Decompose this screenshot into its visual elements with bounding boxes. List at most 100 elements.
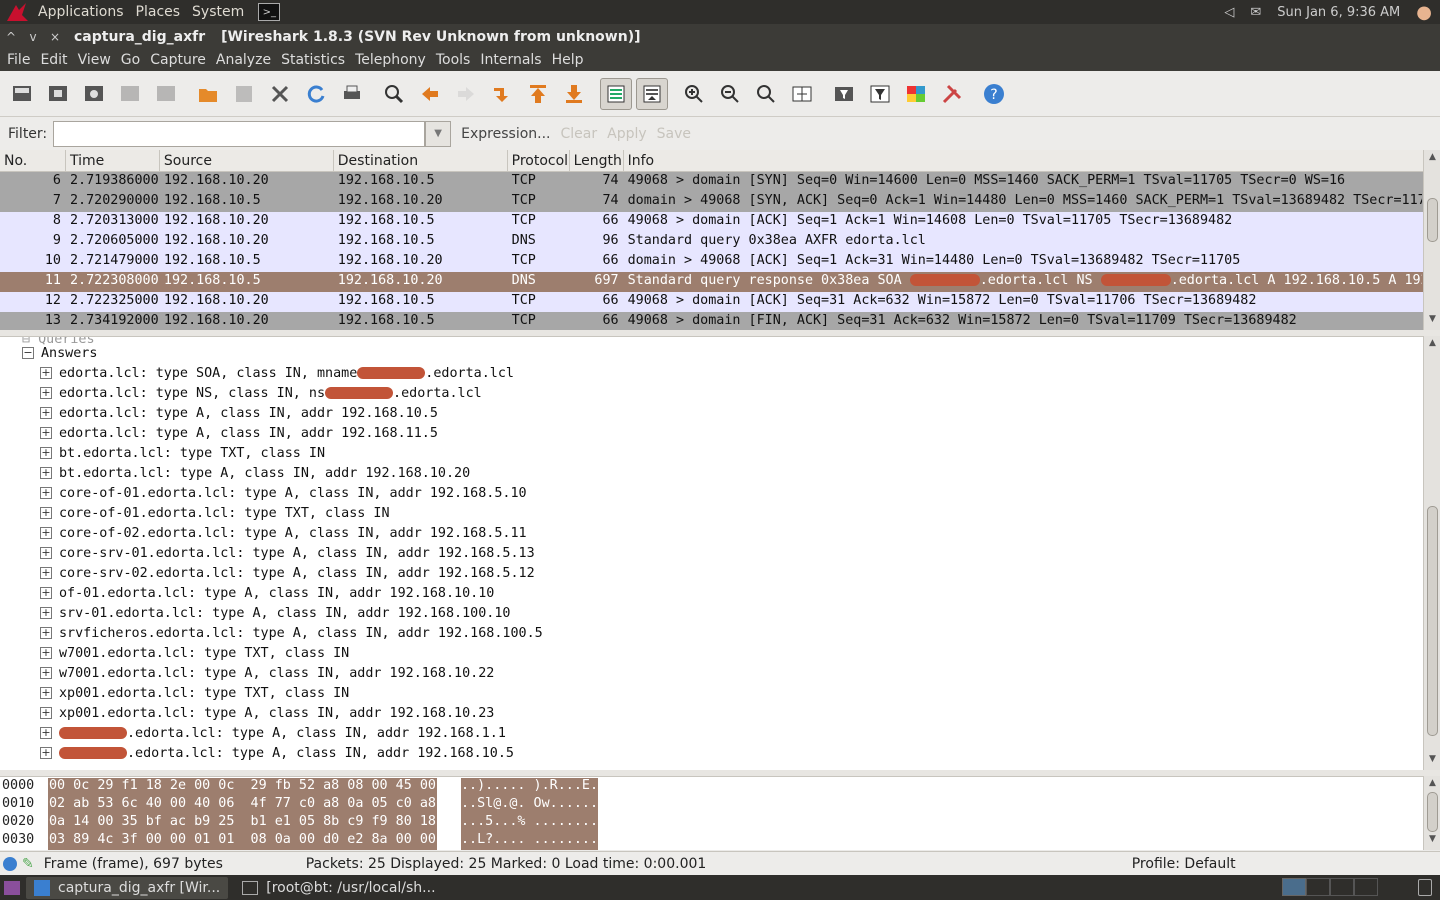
expand-icon[interactable]: +: [40, 607, 52, 619]
expand-icon[interactable]: +: [40, 567, 52, 579]
menu-telephony[interactable]: Telephony: [350, 52, 431, 68]
bytes-offset[interactable]: 0000: [0, 778, 48, 796]
expand-icon[interactable]: +: [40, 387, 52, 399]
close-icon[interactable]: ×: [44, 30, 66, 44]
menu-go[interactable]: Go: [116, 52, 145, 68]
bytes-hex[interactable]: 00 0c 29 f1 18 2e 00 0c 29 fb 52 a8 08 0…: [48, 778, 437, 796]
open-file-icon[interactable]: [192, 78, 224, 110]
answer-row[interactable]: + bt.edorta.lcl: type TXT, class IN: [40, 443, 325, 463]
col-time[interactable]: Time: [66, 150, 160, 171]
collapse-icon[interactable]: −: [22, 347, 34, 359]
colorize-icon[interactable]: [600, 77, 632, 110]
bytes-hex[interactable]: 03 89 4c 3f 00 00 01 01 08 0a 00 d0 e2 8…: [48, 832, 437, 850]
expand-icon[interactable]: +: [40, 587, 52, 599]
find-packet-icon[interactable]: [378, 78, 410, 110]
bytes-offset[interactable]: 0030: [0, 832, 48, 850]
col-source[interactable]: Source: [160, 150, 334, 171]
maximize-icon[interactable]: ^: [0, 30, 22, 44]
answer-row[interactable]: + .edorta.lcl: type A, class IN, addr 192…: [40, 743, 514, 763]
filter-dropdown-icon[interactable]: ▼: [425, 120, 452, 147]
clock[interactable]: Sun Jan 6, 9:36 AM: [1277, 5, 1400, 20]
go-back-icon[interactable]: [414, 78, 446, 110]
answer-row[interactable]: + edorta.lcl: type NS, class IN, ns .edor…: [40, 383, 482, 403]
answer-row[interactable]: + core-of-02.edorta.lcl: type A, class IN…: [40, 523, 527, 543]
user-icon[interactable]: ●: [1416, 2, 1432, 23]
capture-filters-icon[interactable]: [828, 78, 860, 110]
answer-row[interactable]: + core-srv-02.edorta.lcl: type A, class I…: [40, 563, 535, 583]
comment-icon[interactable]: ✎: [22, 856, 34, 872]
restart-capture-icon[interactable]: [150, 78, 182, 110]
menu-help[interactable]: Help: [547, 52, 589, 68]
packet-row[interactable]: 10 2.721479000 192.168.10.5 192.168.10.20 TC…: [0, 252, 1423, 272]
answers-node[interactable]: − Answers: [22, 343, 97, 363]
menu-system[interactable]: System: [186, 4, 250, 20]
bytes-scrollbar[interactable]: ▲ ▼: [1423, 776, 1440, 850]
zoom-normal-icon[interactable]: [750, 78, 782, 110]
menu-analyze[interactable]: Analyze: [211, 52, 276, 68]
mail-icon[interactable]: ✉: [1250, 5, 1261, 20]
answer-row[interactable]: + core-srv-01.edorta.lcl: type A, class I…: [40, 543, 535, 563]
apply-button[interactable]: Apply: [607, 126, 647, 142]
expand-icon[interactable]: +: [40, 467, 52, 479]
stop-capture-icon[interactable]: [114, 78, 146, 110]
expand-icon[interactable]: +: [40, 547, 52, 559]
menu-applications[interactable]: Applications: [32, 4, 130, 20]
packet-row[interactable]: 7 2.720290000 192.168.10.5 192.168.10.20 TCP…: [0, 192, 1423, 212]
interfaces-icon[interactable]: [6, 78, 38, 110]
menu-tools[interactable]: Tools: [431, 52, 476, 68]
packet-row[interactable]: 11 2.722308000 192.168.10.5 192.168.10.20 DN…: [0, 272, 1423, 292]
menu-internals[interactable]: Internals: [475, 52, 546, 68]
save-button[interactable]: Save: [657, 126, 691, 142]
packet-row[interactable]: 8 2.720313000 192.168.10.20 192.168.10.5 TCP…: [0, 212, 1423, 232]
expression-button[interactable]: Expression...: [461, 126, 550, 142]
bytes-hex[interactable]: 02 ab 53 6c 40 00 40 06 4f 77 c0 a8 0a 0…: [48, 796, 437, 814]
answer-row[interactable]: + edorta.lcl: type A, class IN, addr 192.…: [40, 423, 438, 443]
bytes-ascii[interactable]: ...5...% ........: [460, 814, 599, 832]
go-forward-icon[interactable]: [450, 78, 482, 110]
preferences-icon[interactable]: [936, 78, 968, 110]
go-last-icon[interactable]: [558, 78, 590, 110]
answer-row[interactable]: + srv-01.edorta.lcl: type A, class IN, ad…: [40, 603, 510, 623]
menu-statistics[interactable]: Statistics: [276, 52, 350, 68]
taskbar-wireshark[interactable]: captura_dig_axfr [Wir...: [26, 876, 229, 899]
col-protocol[interactable]: Protocol: [508, 150, 570, 171]
bytes-hex[interactable]: 0a 14 00 35 bf ac b9 25 b1 e1 05 8b c9 f…: [48, 814, 437, 832]
show-desktop-icon[interactable]: [4, 880, 20, 895]
capture-options-icon[interactable]: [42, 78, 74, 110]
answer-row[interactable]: + w7001.edorta.lcl: type TXT, class IN: [40, 643, 349, 663]
go-first-icon[interactable]: [522, 78, 554, 110]
zoom-in-icon[interactable]: [678, 78, 710, 110]
expand-icon[interactable]: +: [40, 747, 52, 759]
packet-list-scrollbar[interactable]: ▲ ▼: [1423, 150, 1440, 330]
close-file-icon[interactable]: [264, 78, 296, 110]
coloring-rules-icon[interactable]: [900, 78, 932, 110]
expand-icon[interactable]: +: [40, 727, 52, 739]
expand-icon[interactable]: +: [40, 647, 52, 659]
expand-icon[interactable]: +: [40, 427, 52, 439]
expand-icon[interactable]: +: [40, 507, 52, 519]
expand-icon[interactable]: +: [40, 627, 52, 639]
expand-icon[interactable]: +: [40, 407, 52, 419]
col-no[interactable]: No.: [0, 150, 66, 171]
expert-info-icon[interactable]: [3, 856, 17, 871]
save-file-icon[interactable]: [228, 78, 260, 110]
minimize-icon[interactable]: v: [22, 30, 44, 44]
help-icon[interactable]: ?: [978, 78, 1010, 110]
answer-row[interactable]: + xp001.edorta.lcl: type TXT, class IN: [40, 683, 349, 703]
bytes-offset[interactable]: 0010: [0, 796, 48, 814]
taskbar-terminal[interactable]: [root@bt: /usr/local/sh...: [234, 877, 443, 899]
backtrack-logo-icon[interactable]: [4, 1, 30, 23]
packet-row[interactable]: 13 2.734192000 192.168.10.20 192.168.10.5 TC…: [0, 312, 1423, 330]
answer-row[interactable]: + .edorta.lcl: type A, class IN, addr 192…: [40, 723, 506, 743]
display-filters-icon[interactable]: [864, 78, 896, 110]
answer-row[interactable]: + core-of-01.edorta.lcl: type A, class IN…: [40, 483, 527, 503]
answer-row[interactable]: + edorta.lcl: type SOA, class IN, mname .…: [40, 363, 514, 383]
bytes-offset[interactable]: 0020: [0, 814, 48, 832]
answer-row[interactable]: + of-01.edorta.lcl: type A, class IN, add…: [40, 583, 494, 603]
resize-columns-icon[interactable]: [786, 78, 818, 110]
bytes-ascii[interactable]: ..L?.... ........: [460, 832, 599, 850]
trash-icon[interactable]: [1418, 879, 1432, 896]
expand-icon[interactable]: +: [40, 687, 52, 699]
packet-row[interactable]: 6 2.719386000 192.168.10.20 192.168.10.5 TCP…: [0, 172, 1423, 192]
expand-icon[interactable]: +: [40, 367, 52, 379]
